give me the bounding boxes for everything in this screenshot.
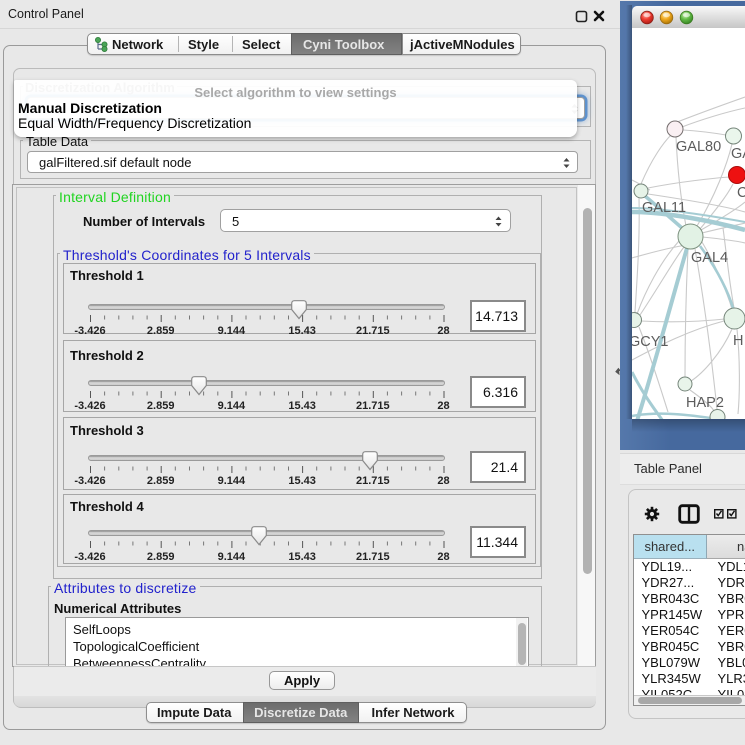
svg-text:GAL4: GAL4 [691,250,728,266]
svg-text:HAP2: HAP2 [686,395,724,411]
svg-text:H: H [733,333,743,349]
svg-text:C: C [737,185,745,201]
svg-text:GAL11: GAL11 [642,200,686,216]
svg-text:GCY1: GCY1 [632,334,669,350]
svg-text:GA: GA [731,146,745,162]
svg-text:GAL80: GAL80 [676,139,721,155]
